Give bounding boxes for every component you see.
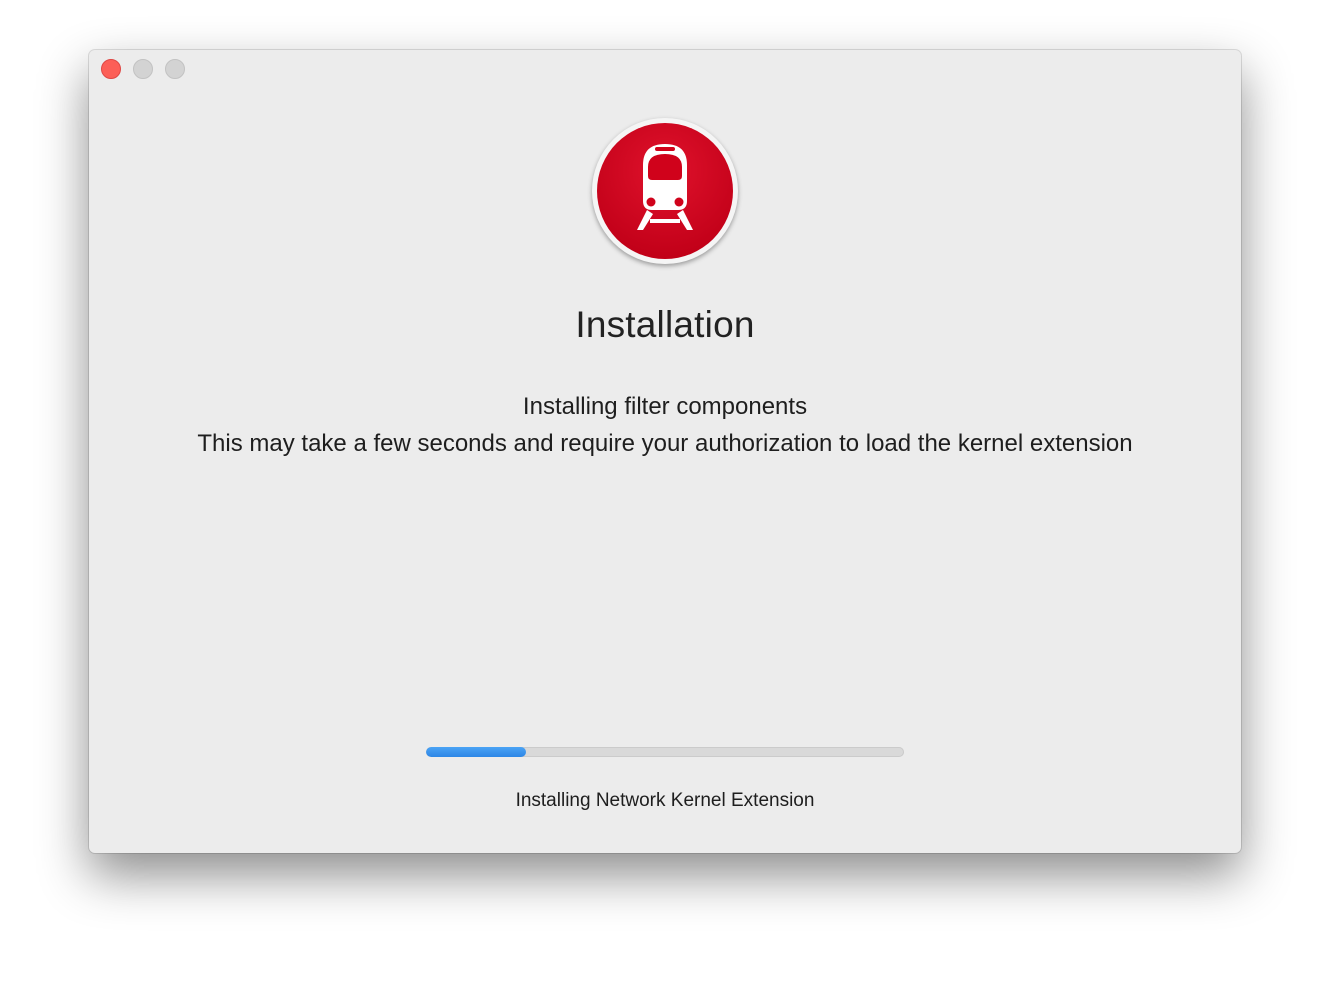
progress-bar-fill xyxy=(426,747,527,757)
train-icon xyxy=(597,123,733,259)
app-icon xyxy=(592,118,738,264)
page-title: Installation xyxy=(575,304,755,345)
close-button[interactable] xyxy=(101,59,121,79)
status-text: Installing Network Kernel Extension xyxy=(515,790,815,811)
description-line-1: Installing filter components xyxy=(522,393,808,420)
installer-window: Installation Installing filter component… xyxy=(89,50,1241,853)
description-line-2: This may take a few seconds and require … xyxy=(197,430,1133,457)
description: Installing filter components This may ta… xyxy=(89,388,1241,462)
window-controls xyxy=(101,59,185,79)
zoom-button[interactable] xyxy=(165,59,185,79)
minimize-button[interactable] xyxy=(133,59,153,79)
progress-bar xyxy=(426,747,904,757)
